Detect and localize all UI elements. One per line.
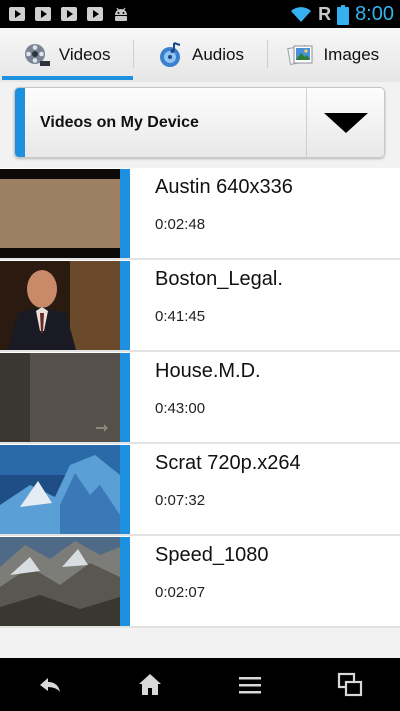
video-duration: 0:43:00 — [155, 400, 206, 417]
video-title: Austin 640x336 — [155, 176, 293, 198]
row-accent — [120, 353, 130, 442]
youtube-icon — [35, 7, 51, 21]
tab-videos[interactable]: Videos — [0, 28, 134, 82]
row-accent — [120, 261, 130, 350]
home-button[interactable] — [100, 658, 200, 711]
roaming-indicator: R — [318, 4, 332, 24]
back-icon — [40, 677, 60, 692]
video-item-austin[interactable]: Austin 640x336 0:02:48 — [0, 168, 400, 260]
chevron-down-icon — [323, 112, 368, 133]
music-icon — [160, 42, 181, 67]
tab-images[interactable]: Images — [266, 28, 400, 82]
tab-label: Videos — [58, 45, 111, 64]
status-indicators: R 8:00 — [290, 3, 394, 26]
video-item-speed[interactable]: Speed_1080 0:02:07 — [0, 536, 400, 628]
tab-audios[interactable]: Audios — [133, 28, 266, 82]
dropdown-label: Videos on My Device — [40, 113, 199, 131]
video-thumbnail — [0, 537, 120, 626]
video-thumbnail — [0, 445, 120, 534]
home-icon — [139, 673, 161, 695]
row-accent — [120, 445, 130, 534]
video-thumbnail — [0, 261, 120, 350]
video-title: Speed_1080 — [155, 544, 269, 566]
video-thumbnail — [0, 353, 120, 442]
video-duration: 0:02:07 — [155, 584, 206, 601]
recent-apps-button[interactable] — [300, 658, 400, 711]
video-title: Scrat 720p.x264 — [155, 452, 301, 474]
video-item-boston-legal[interactable]: Boston_Legal. 0:41:45 — [0, 260, 400, 352]
tab-label: Audios — [192, 45, 244, 64]
video-list: Austin 640x336 0:02:48 Boston_Legal. 0:4… — [0, 168, 400, 628]
video-thumbnail — [0, 169, 120, 258]
wifi-icon — [291, 6, 312, 22]
source-dropdown[interactable]: Videos on My Device — [14, 87, 385, 158]
video-title: Boston_Legal. — [155, 268, 283, 290]
video-title: House.M.D. — [155, 360, 261, 382]
battery-icon — [337, 4, 350, 25]
video-duration: 0:02:48 — [155, 216, 206, 233]
menu-button[interactable] — [200, 658, 300, 711]
recent-apps-icon — [337, 672, 363, 696]
photos-icon — [287, 44, 313, 66]
navigation-bar — [0, 658, 400, 711]
film-reel-icon — [24, 44, 50, 66]
tab-bar: Videos Audios Images — [0, 28, 400, 82]
status-bar: R 8:00 — [0, 0, 400, 28]
clock: 8:00 — [355, 3, 394, 25]
row-accent — [120, 169, 130, 258]
youtube-icon — [61, 7, 77, 21]
video-item-scrat[interactable]: Scrat 720p.x264 0:07:32 — [0, 444, 400, 536]
dropdown-accent — [15, 88, 25, 157]
video-item-house-md[interactable]: House.M.D. 0:43:00 — [0, 352, 400, 444]
dropdown-toggle-button[interactable] — [306, 88, 384, 157]
tab-label: Images — [323, 45, 380, 64]
video-duration: 0:41:45 — [155, 308, 206, 325]
menu-icon — [239, 676, 261, 693]
notification-icons — [8, 5, 130, 23]
android-icon — [115, 7, 127, 21]
back-button[interactable] — [0, 658, 100, 711]
row-accent — [120, 537, 130, 626]
youtube-icon — [87, 7, 103, 21]
youtube-icon — [9, 7, 25, 21]
video-duration: 0:07:32 — [155, 492, 206, 509]
